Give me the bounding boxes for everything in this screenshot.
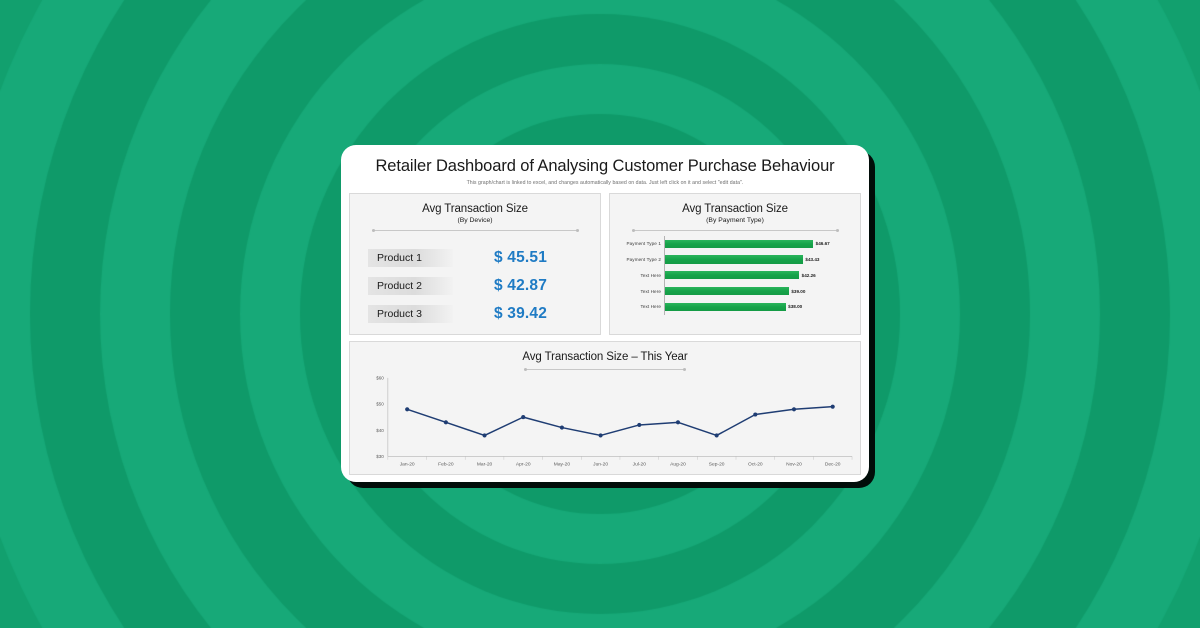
- list-item: Product 3 $ 39.42: [368, 305, 582, 324]
- y-axis-tick-label: $50: [376, 402, 384, 407]
- x-axis-tick-label: Jun-20: [593, 461, 608, 467]
- bar-fill: [665, 271, 800, 280]
- data-point-marker: [791, 407, 797, 412]
- x-axis-tick-label: Feb-20: [438, 461, 454, 467]
- data-point-marker: [521, 414, 526, 419]
- horizontal-bar-chart: Payment Type 1 $46.67 Payment Type 2 $43.43…: [618, 235, 854, 328]
- x-axis-tick-label: Sep-20: [709, 461, 725, 467]
- bar-category-label: Text Here: [640, 304, 661, 310]
- data-point-marker: [598, 433, 603, 438]
- list-item: Product 1 $ 45.51: [368, 249, 582, 268]
- panel-device-title-rule: [371, 228, 579, 233]
- panel-device-subtitle: (By Device): [457, 217, 493, 225]
- rule-endpoint-dot-left: [631, 228, 635, 232]
- bar-track: $39.00: [664, 283, 854, 299]
- bar-category-label: Text Here: [640, 272, 661, 278]
- line-chart-container: $30 $40 $50 $60 Jan-20 Feb-20 Mar-20 Apr-20 May-…: [350, 372, 860, 474]
- rule-endpoint-dot-left: [524, 367, 527, 371]
- bar-track: $38.00: [664, 298, 854, 315]
- bar-category-label: Payment Type 2: [626, 256, 661, 262]
- product-label: Product 1: [368, 249, 453, 268]
- x-axis-tick-label: Oct-20: [748, 461, 763, 467]
- x-axis-tick-label: Aug-20: [670, 461, 686, 467]
- data-point-marker: [830, 404, 835, 409]
- x-axis-tick-label: Nov-20: [786, 461, 802, 467]
- dashboard-card: Retailer Dashboard of Analysing Customer…: [341, 145, 869, 482]
- x-axis-tick-label: Dec-20: [825, 461, 841, 467]
- y-axis-tick-label: $60: [376, 375, 384, 380]
- bar-fill: [665, 239, 814, 248]
- panel-payment-title-rule: [631, 228, 839, 233]
- bar-value-label: $46.67: [815, 241, 830, 247]
- line-chart: $30 $40 $50 $60 Jan-20 Feb-20 Mar-20 Apr-20 May-…: [376, 375, 853, 467]
- data-point-marker: [675, 420, 681, 425]
- y-axis-tick-label: $40: [376, 428, 384, 433]
- line-series-path: [406, 405, 834, 436]
- x-axis-tick-label: Jul-20: [633, 461, 647, 467]
- product-label: Product 2: [368, 277, 453, 296]
- bar-category-label: Text Here: [640, 288, 661, 294]
- dashboard-header: Retailer Dashboard of Analysing Customer…: [349, 153, 861, 188]
- x-axis-tick-label: Mar-20: [477, 461, 493, 467]
- data-point-marker: [714, 433, 719, 438]
- bar-row: Payment Type 1 $46.67: [618, 235, 854, 252]
- product-value: $ 39.42: [493, 305, 548, 323]
- bar-value-label: $38.00: [788, 304, 803, 310]
- product-value: $ 45.51: [493, 249, 548, 267]
- data-point-marker: [405, 407, 410, 412]
- bar-row: Text Here $38.00: [618, 298, 854, 315]
- bar-row: Text Here $42.26: [618, 267, 854, 284]
- data-point-marker: [443, 420, 448, 425]
- panel-payment-title: Avg Transaction Size: [682, 202, 788, 215]
- data-point-marker: [753, 412, 758, 417]
- panel-device-title: Avg Transaction Size: [422, 202, 528, 215]
- x-axis-tick-label: May-20: [554, 461, 571, 467]
- data-point-marker: [637, 422, 642, 427]
- bar-track: $42.26: [664, 267, 854, 284]
- panel-avg-transaction-by-device: Avg Transaction Size (By Device) Product…: [349, 192, 601, 335]
- bar-fill: [665, 302, 786, 311]
- x-axis-tick-label: Jan-20: [400, 461, 415, 467]
- product-label: Product 3: [368, 305, 453, 324]
- data-point-marker: [559, 425, 565, 430]
- page-subtitle: This graph/chart is linked to excel, and…: [466, 179, 744, 186]
- data-point-marker: [482, 433, 487, 438]
- product-value: $ 42.87: [493, 277, 548, 295]
- rule-endpoint-dot-right: [683, 367, 686, 371]
- bar-value-label: $39.00: [791, 288, 806, 294]
- list-item: Product 2 $ 42.87: [368, 277, 582, 296]
- bar-category-label: Payment Type 1: [626, 241, 661, 247]
- rule-endpoint-dot-right: [575, 228, 579, 232]
- product-value-list: Product 1 $ 45.51 Product 2 $ 42.87 Prod…: [350, 249, 600, 324]
- y-axis-tick-label: $30: [376, 454, 384, 459]
- bar-track: $46.67: [664, 235, 854, 252]
- bar-value-label: $42.26: [801, 272, 816, 278]
- bar-row: Payment Type 2 $43.43: [618, 251, 854, 268]
- bar-fill: [665, 255, 803, 264]
- bar-row: Text Here $39.00: [618, 283, 854, 299]
- page-title: Retailer Dashboard of Analysing Customer…: [375, 157, 835, 175]
- bar-track: $43.43: [664, 251, 854, 268]
- bar-value-label: $43.43: [805, 256, 820, 262]
- panel-payment-subtitle: (By Payment Type): [706, 217, 764, 225]
- panel-avg-transaction-this-year: Avg Transaction Size – This Year $30 $40 $…: [349, 340, 861, 475]
- panel-avg-transaction-by-payment-type: Avg Transaction Size (By Payment Type) P…: [609, 192, 861, 335]
- top-panels-row: Avg Transaction Size (By Device) Product…: [349, 192, 861, 335]
- bar-fill: [665, 286, 789, 296]
- x-axis-tick-label: Apr-20: [516, 461, 531, 467]
- rule-endpoint-dot-left: [371, 228, 375, 232]
- panel-year-title: Avg Transaction Size – This Year: [522, 350, 688, 363]
- rule-endpoint-dot-right: [835, 228, 839, 232]
